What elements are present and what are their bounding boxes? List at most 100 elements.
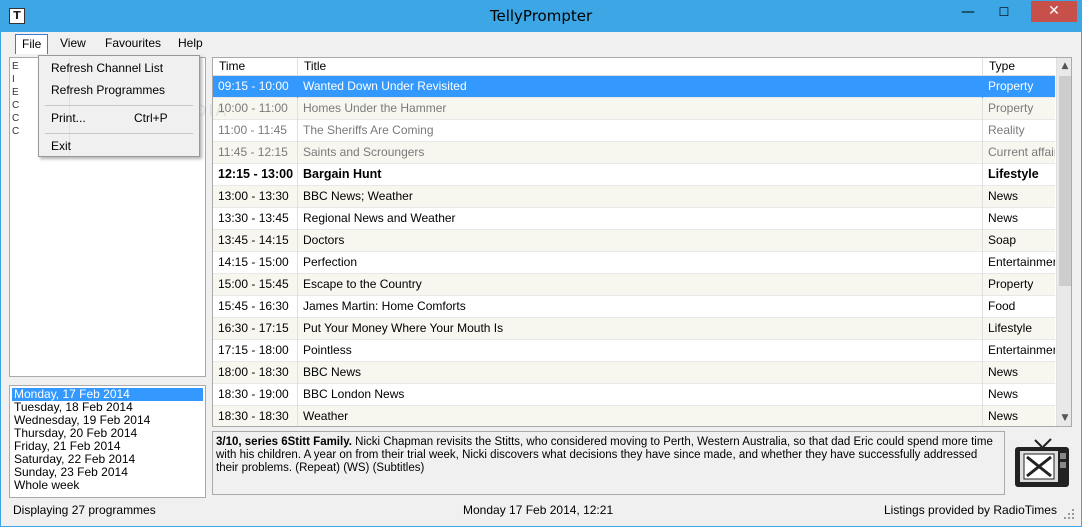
cell-time: 15:00 - 15:45 [213, 274, 298, 296]
status-programme-count: Displaying 27 programmes [13, 503, 156, 517]
table-row[interactable]: 14:15 - 15:00Perfection Entertainment [213, 252, 1055, 274]
table-row[interactable]: 18:30 - 19:00 BBC London News News [213, 384, 1055, 406]
window-title: TellyPrompter [489, 7, 593, 25]
menu-bar: File View Favourites Help [1, 32, 1081, 54]
vertical-scrollbar[interactable]: ▲ ▼ [1056, 58, 1071, 426]
menu-item-label: Refresh Programmes [51, 83, 166, 97]
menu-item-label: Exit [51, 139, 72, 153]
cell-title: Homes Under the Hammer [298, 98, 983, 120]
cell-time: 18:30 - 19:00 [213, 384, 298, 406]
cell-time: 12:15 - 13:00 [213, 164, 298, 186]
column-header-time[interactable]: Time [213, 58, 298, 76]
channel-item[interactable]: C [12, 113, 19, 124]
table-row[interactable]: 15:45 - 16:30 James Martin: Home Comforts… [213, 296, 1055, 318]
cell-title: BBC News [298, 362, 983, 384]
cell-title: The Sheriffs Are Coming [298, 120, 983, 142]
cell-type: Reality [988, 123, 1025, 137]
cell-title: Escape to the Country [298, 274, 983, 296]
cell-time: 13:30 - 13:45 [213, 208, 298, 230]
date-list[interactable]: Monday, 17 Feb 2014 Tuesday, 18 Feb 2014… [9, 385, 206, 498]
cell-type: News [988, 189, 1019, 203]
cell-time: 16:30 - 17:15 [213, 318, 298, 340]
grid-header: Time Title Type [213, 58, 1055, 76]
cell-type: Property [988, 277, 1034, 291]
programme-description: 3/10, series 6Stitt Family. Nicki Chapma… [212, 431, 1005, 495]
menu-item-refresh-programmes[interactable]: Refresh Programmes [39, 80, 199, 101]
menu-view[interactable]: View [54, 34, 92, 54]
tv-logo-icon [1013, 438, 1071, 490]
cell-type: Entertainment [988, 255, 1055, 269]
cell-title: Weather [298, 406, 983, 426]
cell-type: Soap [988, 233, 1017, 247]
cell-time: 13:00 - 13:30 [213, 186, 298, 208]
scroll-thumb[interactable] [1059, 76, 1071, 286]
cell-title: Regional News and Weather [298, 208, 983, 230]
resize-grip-icon[interactable] [1063, 508, 1075, 520]
column-header-title[interactable]: Title [298, 58, 983, 76]
close-button[interactable]: ✕ [1031, 1, 1077, 22]
cell-time: 11:00 - 11:45 [213, 120, 298, 142]
cell-title: Put Your Money Where Your Mouth Is [298, 318, 983, 340]
table-row[interactable]: 15:00 - 15:45 Escape to the Country Proper… [213, 274, 1055, 296]
minimize-button[interactable]: — [953, 1, 983, 25]
maximize-button[interactable]: ☐ [989, 1, 1019, 25]
menu-separator [45, 105, 193, 106]
date-item-whole-week[interactable]: Whole week [12, 479, 203, 492]
menu-file[interactable]: File [15, 34, 49, 54]
cell-title: Doctors [298, 230, 983, 252]
cell-title: Perfection [298, 252, 983, 274]
scroll-down-arrow-icon[interactable]: ▼ [1057, 410, 1071, 426]
channel-item[interactable]: C [12, 126, 19, 137]
table-row[interactable]: 10:00 - 11:00 Homes Under the Hammer Prope… [213, 98, 1055, 120]
title-bar[interactable]: T TellyPrompter — ☐ ✕ [1, 1, 1081, 32]
cell-time: 09:15 - 10:00 [213, 76, 298, 98]
cell-title: Wanted Down Under Revisited [298, 76, 983, 98]
table-row[interactable]: 13:30 - 13:45 Regional News and Weather Ne… [213, 208, 1055, 230]
channel-item[interactable]: E [12, 87, 19, 98]
table-row[interactable]: 12:15 - 13:00 Bargain Hunt Lifestyle [213, 164, 1055, 186]
cell-time: 14:15 - 15:00 [213, 252, 298, 274]
cell-type: Entertainment [988, 343, 1055, 357]
table-row[interactable]: 16:30 - 17:15 Put Your Money Where Your M… [213, 318, 1055, 340]
description-heading: 3/10, series 6Stitt Family. [216, 436, 352, 448]
cell-time: 10:00 - 11:00 [213, 98, 298, 120]
menu-item-exit[interactable]: Exit [39, 136, 199, 157]
cell-title: BBC News; Weather [298, 186, 983, 208]
app-window: T TellyPrompter — ☐ ✕ File View Favourit… [0, 0, 1082, 527]
table-row[interactable]: 18:30 - 18:30 Weather News [213, 406, 1055, 426]
status-credit: Listings provided by RadioTimes [884, 503, 1057, 517]
menu-item-shortcut: Ctrl+P [134, 111, 168, 125]
column-header-type[interactable]: Type [983, 58, 1055, 76]
channel-item[interactable]: I [12, 74, 15, 85]
menu-item-label: Refresh Channel List [51, 61, 164, 75]
cell-type: Property [988, 79, 1034, 93]
cell-type: Current affairs [988, 145, 1055, 159]
cell-time: 15:45 - 16:30 [213, 296, 298, 318]
table-row[interactable]: 09:15 - 10:00 Wanted Down Under Revisited… [213, 76, 1055, 98]
scroll-up-arrow-icon[interactable]: ▲ [1057, 58, 1071, 74]
menu-favourites[interactable]: Favourites [99, 34, 167, 54]
menu-separator [45, 133, 193, 134]
table-row[interactable]: 13:45 - 14:15 Doctors Soap [213, 230, 1055, 252]
cell-title: Pointless [298, 340, 983, 362]
menu-help[interactable]: Help [172, 34, 209, 54]
programme-grid[interactable]: Time Title Type 09:15 - 10:00 Wanted Down… [212, 57, 1072, 427]
table-row[interactable]: 17:15 - 18:00Pointless Entertainment [213, 340, 1055, 362]
menu-item-refresh-channel-list[interactable]: Refresh Channel List [39, 58, 199, 79]
cell-type: News [988, 387, 1019, 401]
cell-type: Lifestyle [988, 167, 1039, 181]
channel-item[interactable]: E [12, 61, 19, 72]
file-menu-dropdown: Refresh Channel List Refresh Programmes … [38, 55, 200, 157]
table-row[interactable]: 11:45 - 12:15 Saints and Scroungers Curren… [213, 142, 1055, 164]
cell-type: Lifestyle [988, 321, 1033, 335]
table-row[interactable]: 11:00 - 11:45 The Sheriffs Are Coming Real… [213, 120, 1055, 142]
table-row[interactable]: 13:00 - 13:30 BBC News; Weather News [213, 186, 1055, 208]
table-row[interactable]: 18:00 - 18:30 BBC News News [213, 362, 1055, 384]
menu-item-label: Print... [51, 111, 86, 125]
cell-title: Saints and Scroungers [298, 142, 983, 164]
menu-item-print[interactable]: Print... Ctrl+P [39, 108, 199, 129]
channel-item[interactable]: C [12, 100, 19, 111]
cell-time: 17:15 - 18:00 [213, 340, 298, 362]
cell-time: 11:45 - 12:15 [213, 142, 298, 164]
cell-title: BBC London News [298, 384, 983, 406]
